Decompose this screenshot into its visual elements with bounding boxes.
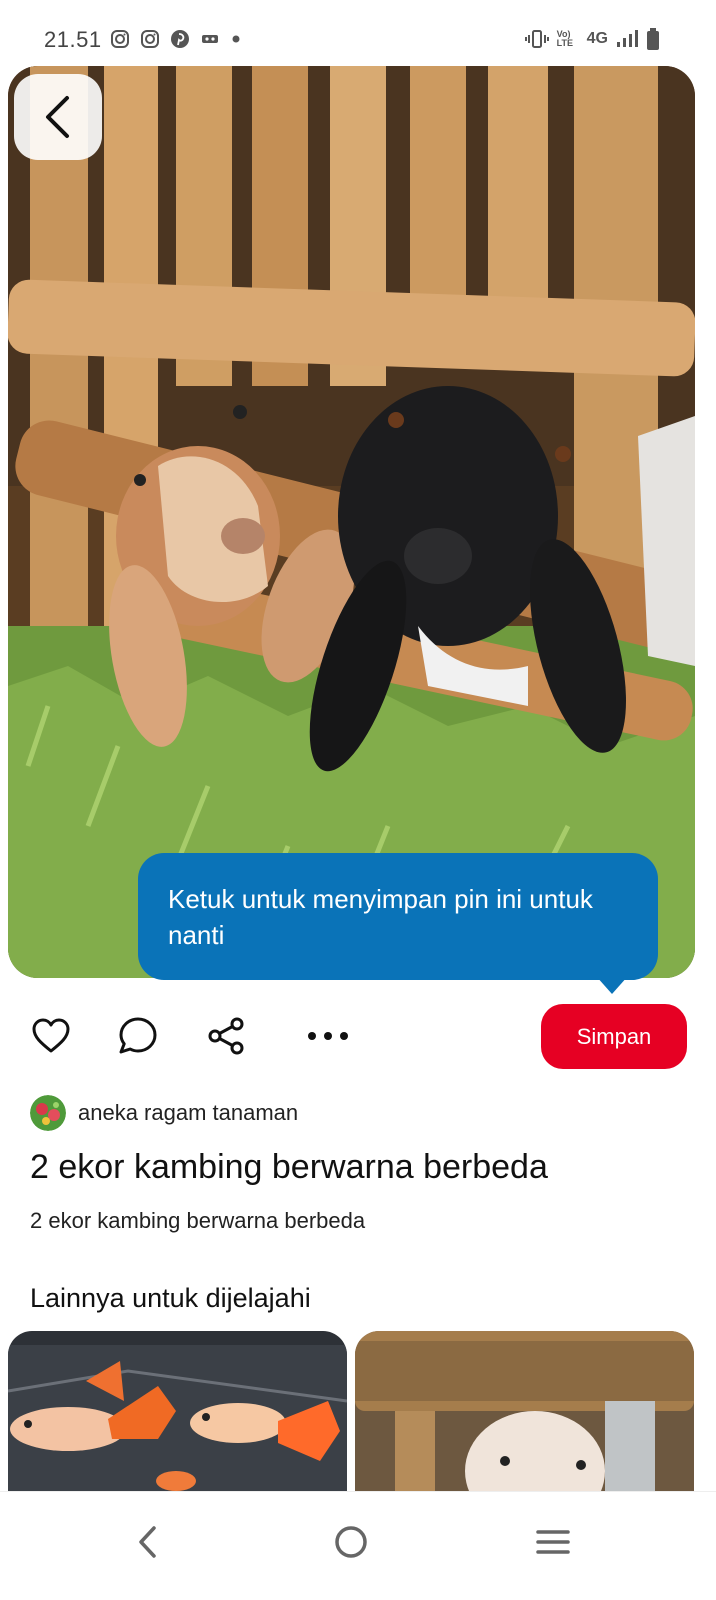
pin-description: 2 ekor kambing berwarna berbeda	[30, 1208, 366, 1233]
home-nav-icon	[335, 1526, 367, 1558]
signal-icon	[617, 30, 638, 47]
battery-icon	[647, 28, 659, 50]
related-pin-card[interactable]	[8, 1331, 347, 1491]
vibrate-icon	[524, 30, 549, 48]
comment-icon	[119, 1017, 157, 1054]
dot-icon	[232, 35, 240, 43]
status-time: 21.51	[44, 27, 102, 52]
home-nav-button[interactable]	[321, 1512, 381, 1572]
comment-button[interactable]	[114, 1012, 162, 1060]
instagram-icon	[141, 30, 159, 48]
lte-label: Vo) LTE	[556, 29, 573, 48]
related-pin-card[interactable]	[355, 1331, 694, 1491]
avatar[interactable]	[30, 1095, 66, 1131]
status-bar: 21.51 Vo) LTE 4G	[0, 0, 716, 66]
recents-nav-button[interactable]	[523, 1512, 583, 1572]
save-button[interactable]: Simpan	[541, 1004, 687, 1069]
back-nav-icon	[139, 1526, 156, 1558]
save-tooltip: Ketuk untuk menyimpan pin ini untuk nant…	[138, 853, 658, 980]
share-button[interactable]	[202, 1012, 250, 1060]
section-title: Lainnya untuk dijelajahi	[30, 1283, 311, 1313]
share-icon	[208, 1017, 244, 1055]
author-name[interactable]: aneka ragam tanaman	[78, 1100, 298, 1126]
recents-nav-icon	[536, 1530, 570, 1554]
save-tooltip-tail	[596, 976, 628, 994]
more-button[interactable]	[304, 1012, 352, 1060]
chevron-left-icon	[46, 96, 69, 138]
like-button[interactable]	[27, 1012, 75, 1060]
instagram-icon	[111, 30, 129, 48]
back-button[interactable]	[14, 74, 102, 160]
vr-icon	[202, 35, 218, 43]
heart-icon	[32, 1018, 70, 1053]
pin-image[interactable]	[8, 66, 695, 978]
network-label: 4G	[586, 30, 608, 47]
more-icon	[308, 1032, 348, 1040]
system-nav-bar	[0, 1491, 716, 1600]
author-row[interactable]: aneka ragam tanaman	[30, 1095, 298, 1131]
status-right: Vo) LTE 4G	[524, 28, 660, 50]
pin-title: 2 ekor kambing berwarna berbeda	[30, 1148, 548, 1186]
status-app-icons	[110, 29, 242, 49]
back-nav-button[interactable]	[118, 1512, 178, 1572]
pinterest-icon	[171, 30, 189, 48]
